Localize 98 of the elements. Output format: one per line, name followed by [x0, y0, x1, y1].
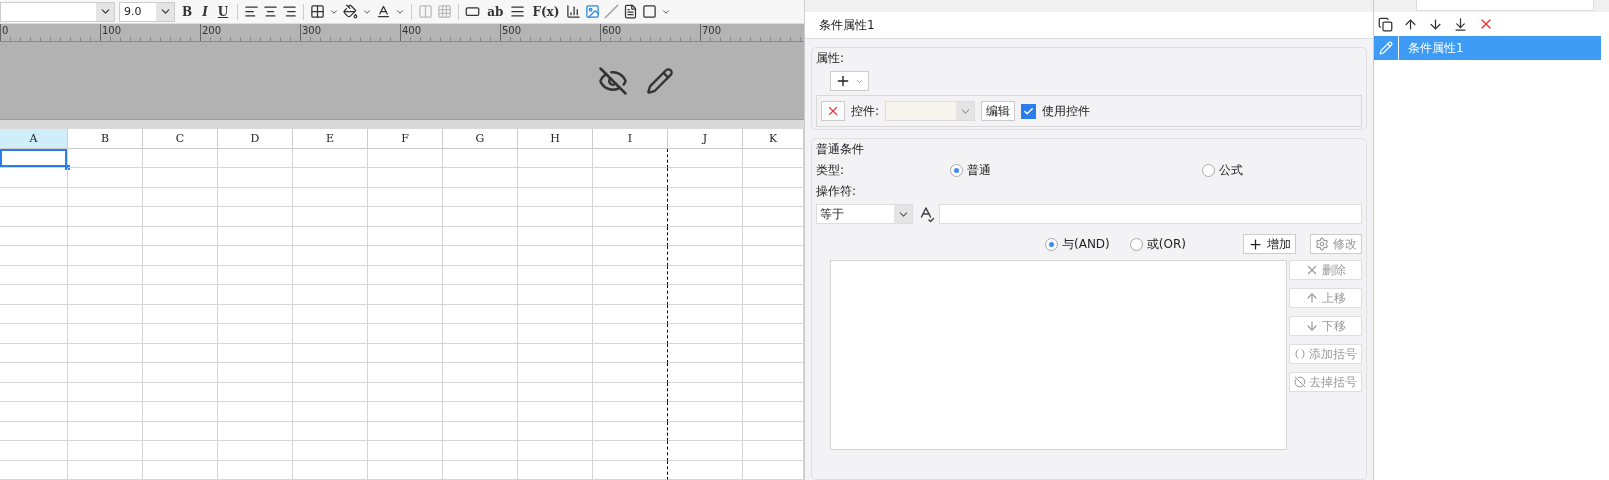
use-control-checkbox[interactable] — [1021, 103, 1037, 119]
merge-cells-icon[interactable] — [418, 4, 434, 20]
radio-button[interactable] — [1202, 164, 1215, 177]
fill-handle[interactable] — [65, 165, 70, 170]
pencil-icon[interactable] — [646, 66, 674, 95]
plus-icon — [1248, 236, 1263, 252]
column-header[interactable]: K — [743, 129, 804, 149]
table-cell[interactable] — [593, 246, 668, 266]
add-button[interactable] — [830, 71, 869, 91]
table-cell[interactable] — [593, 324, 668, 344]
radio-button[interactable] — [950, 164, 963, 177]
table-cell[interactable] — [593, 382, 668, 402]
image-icon[interactable] — [585, 4, 601, 20]
font-size-field[interactable]: 9.0 — [119, 1, 175, 22]
bold-button[interactable]: B — [179, 0, 196, 23]
column-header[interactable]: D — [218, 129, 293, 149]
move-to-bottom-icon[interactable] — [1453, 16, 1468, 32]
checkmark-icon — [1023, 105, 1035, 117]
ruler-label: 0 — [0, 24, 100, 42]
ruler-label: 300 — [300, 24, 400, 42]
table-cell[interactable] — [593, 207, 668, 227]
underline-button[interactable]: U — [214, 0, 232, 23]
bar-chart-icon[interactable] — [566, 4, 582, 20]
checkbox-label: 使用控件 — [1042, 102, 1091, 120]
formula-button[interactable]: F(x) — [529, 0, 563, 23]
column-header[interactable]: G — [443, 129, 518, 149]
column-header[interactable]: J — [668, 129, 743, 149]
document-icon[interactable] — [623, 4, 639, 20]
border-grid-icon[interactable] — [310, 4, 326, 20]
radio-label: 与(AND) — [1062, 235, 1110, 253]
condition-list[interactable] — [830, 260, 1287, 450]
close-icon — [1305, 263, 1319, 277]
align-right-icon[interactable] — [282, 4, 298, 20]
table-cell[interactable] — [593, 343, 668, 363]
italic-button[interactable]: I — [199, 0, 211, 23]
column-header[interactable]: F — [368, 129, 443, 149]
radio-label: 普通 — [967, 162, 991, 179]
table-cell[interactable] — [593, 148, 668, 168]
table-cell[interactable] — [593, 363, 668, 383]
align-center-icon[interactable] — [263, 4, 279, 20]
pencil-icon — [1379, 41, 1393, 55]
operator-combo[interactable]: 等于 — [816, 204, 913, 224]
column-header[interactable]: E — [293, 129, 368, 149]
ruler-label: 200 — [200, 24, 300, 42]
table-cell[interactable] — [593, 168, 668, 188]
arrow-down-icon — [1305, 319, 1319, 333]
radio-button[interactable] — [1045, 237, 1058, 251]
arrow-down-icon[interactable] — [1428, 16, 1443, 32]
frame-icon[interactable] — [642, 4, 658, 20]
close-icon — [826, 104, 840, 118]
operator-label: 操作符: — [816, 183, 858, 200]
font-color-icon[interactable] — [376, 4, 392, 20]
dialog-title: 条件属性1 — [819, 16, 875, 34]
table-cell[interactable] — [593, 441, 668, 461]
table-cell[interactable] — [593, 285, 668, 305]
parentheses-icon — [1294, 348, 1306, 360]
column-header[interactable]: I — [593, 129, 668, 149]
paragraph-icon[interactable] — [510, 4, 526, 20]
radio-label: 公式 — [1219, 162, 1243, 179]
table-cell[interactable] — [593, 421, 668, 441]
ruler-label: 600 — [600, 24, 700, 42]
table-cell[interactable] — [593, 265, 668, 285]
group-legend: 属性: — [816, 50, 1362, 67]
table-cell[interactable] — [593, 304, 668, 324]
arrow-up-icon — [1305, 291, 1319, 305]
table-cell[interactable] — [593, 187, 668, 207]
plus-icon — [835, 73, 851, 89]
radio-button[interactable] — [1129, 237, 1143, 251]
type-label: 类型: — [816, 162, 846, 179]
column-header[interactable]: C — [143, 129, 218, 149]
ruler-label: 700 — [700, 24, 800, 42]
column-header[interactable]: H — [518, 129, 593, 149]
add-condition-button[interactable]: 增加 — [1243, 234, 1296, 254]
group-legend: 普通条件 — [816, 141, 1362, 158]
ruler-label: 400 — [400, 24, 500, 42]
font-field[interactable] — [0, 1, 115, 22]
crossed-circle-icon — [1294, 376, 1306, 388]
align-left-icon[interactable] — [244, 4, 260, 20]
remove-button[interactable] — [821, 101, 845, 121]
paint-bucket-icon[interactable] — [343, 4, 359, 20]
control-label: 控件: — [851, 102, 880, 120]
copy-icon[interactable] — [1378, 16, 1393, 32]
table-icon[interactable] — [437, 4, 453, 20]
input-field[interactable] — [1416, 0, 1594, 11]
radio-label: 或(OR) — [1146, 235, 1186, 253]
selected-cell[interactable] — [0, 148, 68, 168]
column-header[interactable]: A — [0, 129, 68, 149]
table-cell[interactable] — [593, 460, 668, 480]
ruler-label: 500 — [500, 24, 600, 42]
gear-icon — [1315, 237, 1329, 251]
value-input-field[interactable] — [939, 204, 1362, 224]
table-cell[interactable] — [593, 402, 668, 422]
eye-off-icon[interactable] — [598, 65, 628, 96]
edit-button[interactable]: 编辑 — [981, 101, 1016, 121]
ruler-label: 100 — [100, 24, 200, 42]
table-cell[interactable] — [593, 226, 668, 246]
column-header[interactable]: B — [68, 129, 143, 149]
text-button[interactable]: ab — [484, 0, 507, 23]
